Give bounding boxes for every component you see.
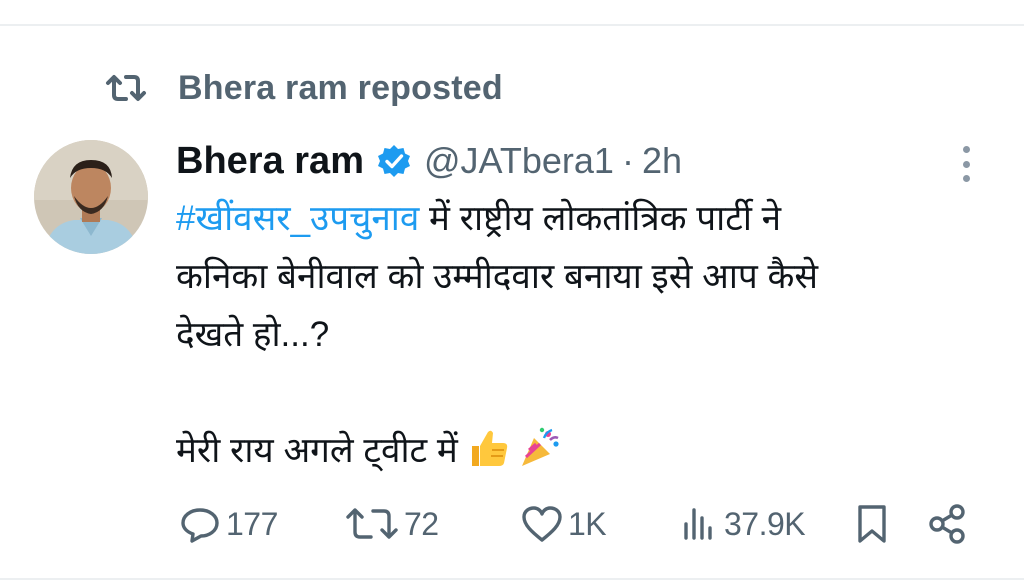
action-bar: 177 72 1K 37.9K: [176, 498, 976, 550]
tweet-text: #खींवसर_उपचुनाव में राष्ट्रीय लोकतांत्रि…: [176, 190, 976, 480]
tweet-line-3: देखते हो...?: [176, 315, 330, 354]
bottom-divider: [0, 578, 1024, 580]
party-popper-emoji: [518, 426, 562, 470]
bookmark-icon: [852, 501, 892, 547]
share-icon: [926, 501, 970, 547]
tweet-line-2: कनिका बेनीवाल को उम्मीदवार बनाया इसे आप …: [176, 257, 819, 296]
repost-icon: [104, 71, 148, 105]
repost-context[interactable]: Bhera ram reposted: [104, 66, 503, 110]
more-dot: [962, 160, 970, 168]
repost-count: 72: [404, 505, 439, 542]
share-button[interactable]: [926, 498, 970, 550]
hashtag-link[interactable]: #खींवसर_उपचुनाव: [176, 199, 419, 238]
verified-badge-icon[interactable]: [376, 143, 412, 179]
bookmark-button[interactable]: [852, 498, 892, 550]
more-dot: [962, 146, 970, 153]
like-button[interactable]: 1K: [520, 498, 607, 550]
repost-label: Bhera ram reposted: [178, 68, 503, 107]
more-dot: [962, 175, 970, 182]
author-handle[interactable]: @JATbera1: [424, 140, 614, 182]
tweet-line-5-text: मेरी राय अगले ट्वीट में: [176, 431, 458, 470]
thumbs-up-emoji: [466, 426, 510, 470]
more-options-icon[interactable]: [954, 146, 978, 182]
repost-button[interactable]: 72: [344, 498, 439, 550]
avatar[interactable]: [34, 140, 148, 254]
tweet-header: Bhera ram @JATbera1 · 2h: [176, 136, 682, 186]
top-divider: [0, 24, 1024, 26]
repost-action-icon: [344, 504, 400, 544]
author-name[interactable]: Bhera ram: [176, 140, 364, 183]
tweet-line-5: मेरी राय अगले ट्वीट में: [176, 422, 976, 480]
like-count: 1K: [568, 505, 607, 542]
reply-button[interactable]: 177: [178, 498, 278, 550]
heart-icon: [520, 502, 564, 546]
reply-count: 177: [226, 505, 278, 542]
views-count: 37.9K: [724, 505, 806, 542]
views-chart-icon: [680, 502, 720, 546]
reply-icon: [178, 502, 222, 546]
views-button[interactable]: 37.9K: [680, 498, 806, 550]
tweet-line-1: #खींवसर_उपचुनाव में राष्ट्रीय लोकतांत्रि…: [176, 190, 976, 248]
separator-dot: ·: [621, 140, 634, 181]
tweet-timestamp[interactable]: 2h: [642, 140, 682, 182]
tweet-line-1-text: में राष्ट्रीय लोकतांत्रिक पार्टी ने: [419, 199, 782, 238]
